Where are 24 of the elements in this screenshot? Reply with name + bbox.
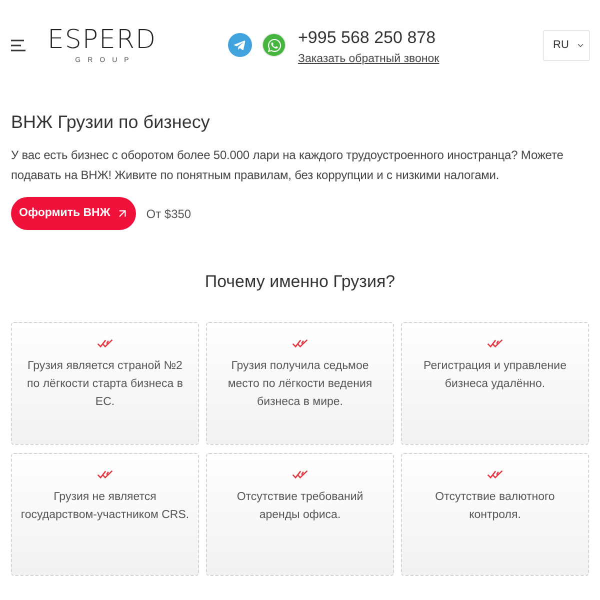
section-heading: Почему именно Грузия? bbox=[204, 271, 396, 293]
double-check-icon bbox=[292, 470, 308, 479]
language-select[interactable]: RU bbox=[543, 30, 590, 60]
double-check-icon bbox=[97, 470, 113, 479]
price-label: От $350 bbox=[146, 206, 192, 222]
callback-link[interactable]: Заказать обратный звонок bbox=[298, 51, 440, 67]
whatsapp-icon[interactable] bbox=[262, 33, 286, 57]
telegram-icon[interactable] bbox=[228, 33, 252, 57]
feature-text: Регистрация и управление бизнеса удалённо. bbox=[424, 359, 566, 392]
double-check-icon bbox=[487, 339, 503, 348]
page-title: ВНЖ Грузии по бизнесу bbox=[11, 112, 211, 132]
menu-icon[interactable] bbox=[11, 38, 26, 52]
feature-text: Грузия является страной №2 по лёгкости старта бизнеса в ЕС. bbox=[27, 359, 183, 410]
feature-text: Грузия получила седьмое место по лёгкости ведения бизнеса в мире. bbox=[228, 359, 372, 410]
double-check-icon bbox=[292, 339, 308, 348]
brand-wordmark[interactable]: ESPERD bbox=[47, 26, 157, 54]
double-check-icon bbox=[97, 339, 113, 348]
intro-paragraph: У вас есть бизнес с оборотом более 50.000 лари на каждого трудоустроенного иностранца? Можете подавать на ВНЖ! Живите по понятным правилам, без коррупции и с низкими налогами. bbox=[11, 147, 564, 184]
feature-text: Отсутствие валютного контроля. bbox=[435, 490, 555, 523]
double-check-icon bbox=[487, 470, 503, 479]
phone-number[interactable]: +995 568 250 878 bbox=[298, 27, 436, 49]
feature-text: Отсутствие требований аренды офиса. bbox=[236, 490, 364, 523]
feature-text: Грузия не является государством-участником CRS. bbox=[20, 490, 190, 523]
apply-button[interactable]: Оформить ВНЖ bbox=[11, 197, 136, 230]
